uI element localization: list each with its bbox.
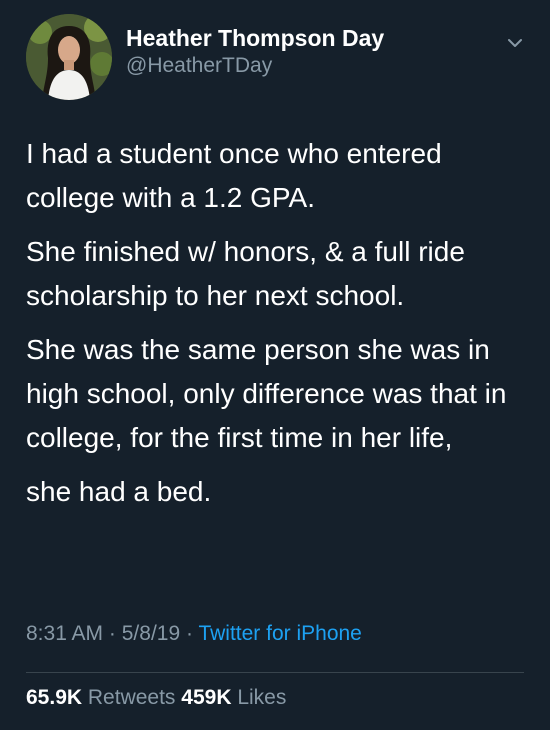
tweet-date[interactable]: 5/8/19: [122, 622, 180, 645]
likes-stat[interactable]: 459K Likes: [181, 686, 286, 709]
avatar[interactable]: [26, 14, 112, 100]
divider: [26, 672, 524, 673]
tweet-meta: 8:31 AM · 5/8/19 · Twitter for iPhone: [26, 622, 362, 646]
meta-separator: ·: [185, 622, 193, 645]
retweets-count: 65.9K: [26, 686, 83, 709]
likes-label: Likes: [237, 686, 287, 709]
retweets-label: Retweets: [87, 686, 176, 709]
retweets-stat[interactable]: 65.9K Retweets: [26, 686, 181, 709]
tweet-paragraph: She finished w/ honors, & a full ride sc…: [26, 236, 465, 311]
author-names: Heather Thompson Day @HeatherTDay: [126, 24, 384, 80]
tweet-card: Heather Thompson Day @HeatherTDay I had …: [0, 0, 550, 730]
avatar-image: [26, 14, 112, 100]
chevron-down-icon[interactable]: [504, 32, 526, 54]
tweet-header: Heather Thompson Day @HeatherTDay: [26, 14, 526, 100]
tweet-source-link[interactable]: Twitter for iPhone: [198, 622, 361, 645]
tweet-paragraph: she had a bed.: [26, 476, 212, 507]
tweet-paragraph: She was the same person she was in high …: [26, 334, 507, 453]
author-display-name[interactable]: Heather Thompson Day: [126, 24, 384, 52]
meta-separator: ·: [108, 622, 116, 645]
tweet-text: I had a student once who entered college…: [26, 132, 526, 524]
tweet-stats: 65.9K Retweets 459K Likes: [26, 686, 286, 710]
tweet-paragraph: I had a student once who entered college…: [26, 138, 442, 213]
author-handle[interactable]: @HeatherTDay: [126, 52, 384, 80]
tweet-time[interactable]: 8:31 AM: [26, 622, 103, 645]
likes-count: 459K: [181, 686, 232, 709]
